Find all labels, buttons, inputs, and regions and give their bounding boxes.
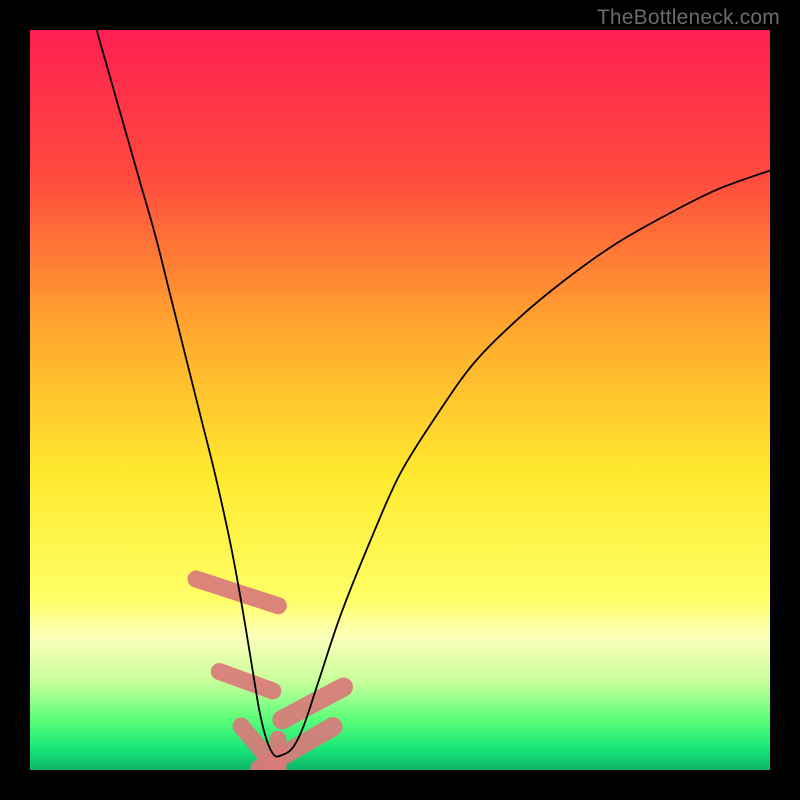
chart-frame: TheBottleneck.com [0,0,800,800]
watermark-text: TheBottleneck.com [597,6,780,30]
gradient-background [30,30,770,770]
plot-area [30,30,770,770]
bottleneck-chart [30,30,770,770]
